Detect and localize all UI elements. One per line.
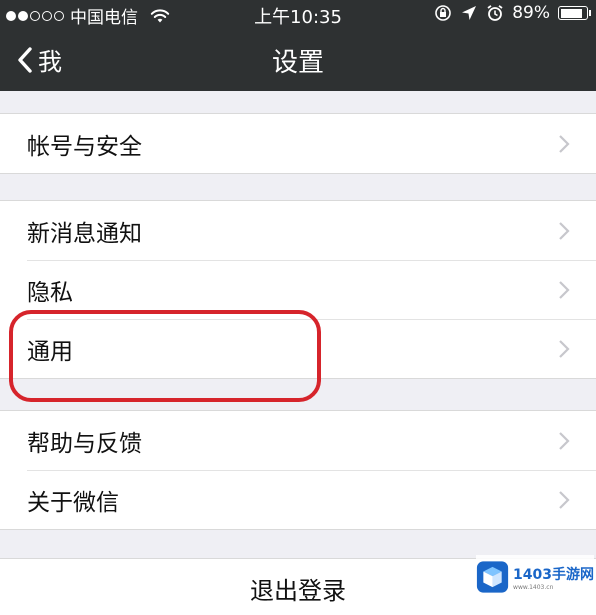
settings-item-label: 通用 bbox=[27, 338, 73, 365]
back-label: 我 bbox=[38, 48, 62, 76]
settings-item-about-wechat[interactable]: 关于微信 bbox=[0, 470, 596, 529]
chevron-right-icon bbox=[559, 280, 570, 299]
logout-label: 退出登录 bbox=[250, 577, 346, 605]
chevron-right-icon bbox=[559, 134, 570, 153]
battery-level bbox=[560, 8, 582, 18]
settings-item-notifications[interactable]: 新消息通知 bbox=[0, 201, 596, 260]
status-bar: 中国电信 上午10:35 89% bbox=[0, 0, 596, 28]
chevron-right-icon bbox=[559, 339, 570, 358]
settings-item-label: 关于微信 bbox=[27, 489, 119, 516]
settings-group-main: 新消息通知 隐私 通用 bbox=[0, 200, 596, 379]
rotation-lock-icon bbox=[435, 5, 452, 21]
chevron-right-icon bbox=[559, 221, 570, 240]
watermark-subtext: www.1403.cn bbox=[513, 583, 554, 591]
chevron-right-icon bbox=[559, 431, 570, 450]
settings-item-label: 隐私 bbox=[27, 279, 73, 306]
watermark-text-wrap: 1403手游网 www.1403.cn bbox=[513, 564, 594, 591]
settings-item-account-security[interactable]: 帐号与安全 bbox=[0, 114, 596, 173]
status-right: 89% bbox=[434, 3, 591, 23]
settings-screen: 中国电信 上午10:35 89% 我 设置 帐号与安全 新消息通知 隐私 通用 … bbox=[0, 0, 596, 615]
watermark-logo-icon bbox=[476, 561, 509, 593]
watermark-text: 1403手游网 bbox=[513, 566, 594, 583]
back-button[interactable]: 我 bbox=[16, 42, 62, 77]
battery-icon bbox=[558, 6, 591, 20]
settings-item-label: 帐号与安全 bbox=[27, 133, 142, 160]
settings-item-help-feedback[interactable]: 帮助与反馈 bbox=[0, 411, 596, 470]
battery-percent: 89% bbox=[512, 3, 550, 23]
settings-item-privacy[interactable]: 隐私 bbox=[0, 260, 596, 319]
header: 中国电信 上午10:35 89% 我 设置 bbox=[0, 0, 596, 91]
settings-group-account: 帐号与安全 bbox=[0, 113, 596, 174]
settings-item-label: 帮助与反馈 bbox=[27, 430, 142, 457]
settings-group-help: 帮助与反馈 关于微信 bbox=[0, 410, 596, 530]
settings-item-general[interactable]: 通用 bbox=[0, 319, 596, 378]
watermark: 1403手游网 www.1403.cn bbox=[476, 555, 594, 599]
settings-item-label: 新消息通知 bbox=[27, 220, 142, 247]
location-icon bbox=[462, 6, 477, 20]
page-title: 设置 bbox=[271, 48, 324, 78]
chevron-right-icon bbox=[559, 490, 570, 509]
back-chevron-icon bbox=[18, 46, 32, 73]
nav-bar: 我 设置 bbox=[0, 28, 596, 91]
alarm-icon bbox=[487, 5, 503, 21]
